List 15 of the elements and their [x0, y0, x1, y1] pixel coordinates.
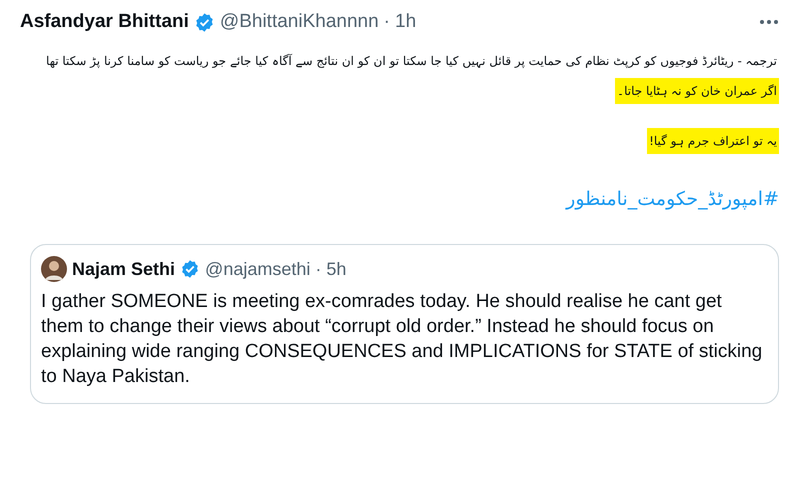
quoted-tweet-text: I gather SOMEONE is meeting ex-comrades today. He should realise he cant get them to change their views about “corrupt old order.” Instead he should focus on explaining wide ranging CONSEQUENCES and IMPLICATIONS for STATE of sticking to Naya Pakistan. [41, 290, 764, 389]
post-time[interactable]: 5h [326, 258, 346, 280]
urdu-text: اگر عمران خان کو نہ ہٹایا جاتا۔ [615, 78, 779, 104]
author-handle[interactable]: @najamsethi [205, 258, 310, 280]
author-name[interactable]: Asfandyar Bhittani [20, 11, 189, 33]
more-icon[interactable] [759, 19, 779, 25]
separator: · [384, 11, 390, 33]
separator: · [315, 258, 322, 280]
urdu-text: ترجمہ - ریٹائرڈ فوجیوں کو کرپٹ نظام کی حمایت پر قائل نہیں کیا جا سکتا تو ان کو ان نتائج سے آگاہ کیا جائے جو ریاست کو سامنا کرنا پڑ سکتا تھا [45, 53, 778, 70]
post-time[interactable]: 1h [395, 11, 416, 33]
author-handle[interactable]: @BhittaniKhannnn [220, 11, 379, 33]
avatar [41, 256, 67, 282]
urdu-text: یہ تو اعتراف جرم ہو گیا! [647, 128, 779, 154]
quoted-tweet-card[interactable] [30, 244, 779, 404]
author-name[interactable]: Najam Sethi [72, 258, 176, 280]
